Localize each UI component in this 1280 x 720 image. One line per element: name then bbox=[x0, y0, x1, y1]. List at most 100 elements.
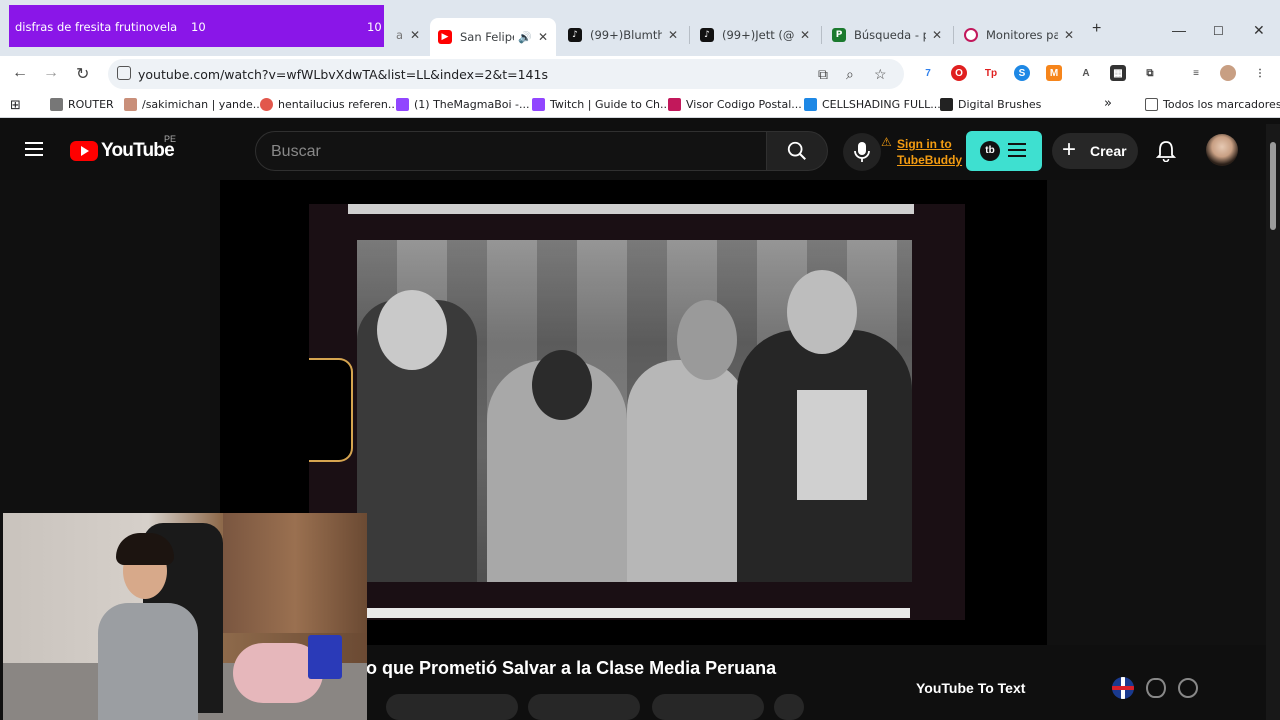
site-info-icon[interactable] bbox=[117, 66, 131, 80]
menu-icon bbox=[1008, 143, 1026, 157]
forward-icon[interactable]: → bbox=[43, 64, 59, 82]
search-placeholder: Buscar bbox=[271, 143, 321, 160]
reload-icon[interactable]: ↻ bbox=[76, 64, 89, 84]
url-text[interactable]: youtube.com/watch?v=wfWLbvXdwTA&list=LL&… bbox=[138, 67, 548, 82]
user-icon[interactable] bbox=[1178, 678, 1198, 698]
minimize-icon[interactable]: — bbox=[1172, 22, 1186, 38]
tab-title: Búsqueda - pc bbox=[854, 28, 926, 42]
overlay-text: disfras de fresita frutinovela bbox=[15, 20, 178, 34]
speaker-icon[interactable]: 🔊 bbox=[518, 31, 532, 44]
bookmark-item[interactable]: Digital Brushes bbox=[940, 98, 1041, 111]
right-area bbox=[1047, 180, 1266, 645]
create-button[interactable]: + Crear bbox=[1052, 133, 1138, 169]
translate-icon[interactable]: A bbox=[1078, 65, 1094, 81]
media-control-icon[interactable]: ≡ bbox=[1188, 65, 1204, 81]
video-frame-image bbox=[357, 240, 912, 582]
voice-search-button[interactable] bbox=[843, 133, 881, 171]
brush-icon bbox=[940, 98, 953, 111]
tubebuddy-button[interactable]: tb bbox=[966, 131, 1042, 171]
extension-icon[interactable]: 7 bbox=[920, 65, 936, 81]
apps-grid-icon[interactable]: ⊞ bbox=[10, 98, 21, 113]
tab-monitores[interactable]: Monitores par ✕ bbox=[956, 20, 1082, 50]
menu-kebab-icon[interactable]: ⋮ bbox=[1252, 65, 1268, 81]
metamask-icon[interactable]: M bbox=[1046, 65, 1062, 81]
close-tab-icon[interactable]: ✕ bbox=[410, 28, 420, 42]
tab-blumthe[interactable]: ♪ (99+)Blumthe ✕ bbox=[560, 20, 686, 50]
flower-icon bbox=[260, 98, 273, 111]
tab-title: (99+)Jett (@je bbox=[722, 28, 794, 42]
film-strip-bottom bbox=[366, 608, 910, 618]
profile-avatar-icon[interactable] bbox=[1220, 65, 1236, 81]
youtube-to-text-panel: YouTube To Text bbox=[822, 672, 1266, 720]
install-app-icon[interactable]: ⧉ bbox=[818, 66, 828, 83]
account-avatar[interactable] bbox=[1206, 134, 1238, 166]
bookmark-item[interactable]: /sakimichan | yande... bbox=[124, 98, 263, 111]
tab-title: (99+)Blumthe bbox=[590, 28, 662, 42]
webcam-overlay bbox=[3, 513, 367, 720]
more-bookmarks-icon[interactable]: » bbox=[1104, 96, 1112, 111]
more-actions-chip[interactable] bbox=[774, 694, 804, 720]
bookmark-item[interactable]: Visor Codigo Postal... bbox=[668, 98, 802, 111]
opera-icon[interactable]: O bbox=[951, 65, 967, 81]
address-bar[interactable]: youtube.com/watch?v=wfWLbvXdwTA&list=LL&… bbox=[108, 59, 904, 89]
close-tab-icon[interactable]: ✕ bbox=[538, 30, 548, 44]
stream-overlay-banner: disfras de fresita frutinovela 10 10 bbox=[9, 5, 384, 47]
action-chip[interactable] bbox=[386, 694, 518, 720]
bookmark-item[interactable]: CELLSHADING FULL... bbox=[804, 98, 941, 111]
link-icon bbox=[804, 98, 817, 111]
back-icon[interactable]: ← bbox=[12, 64, 28, 82]
search-input[interactable]: Buscar bbox=[255, 131, 767, 171]
tab-san-felipe[interactable]: ▶ San Felipe 🔊 ✕ bbox=[430, 18, 556, 56]
bookmark-item[interactable]: ROUTER bbox=[50, 98, 114, 111]
folder-icon bbox=[1145, 98, 1158, 111]
plus-icon: + bbox=[1062, 136, 1077, 163]
youtube-play-icon bbox=[70, 141, 98, 161]
bookmark-star-icon[interactable]: ☆ bbox=[874, 66, 887, 83]
menu-icon[interactable] bbox=[25, 142, 43, 156]
action-chip[interactable] bbox=[528, 694, 640, 720]
new-tab-icon[interactable]: + bbox=[1092, 20, 1101, 38]
notifications-bell-icon[interactable] bbox=[1156, 140, 1176, 162]
zoom-icon[interactable]: ⌕ bbox=[846, 66, 854, 83]
bookmark-item[interactable]: hentailucius referen... bbox=[260, 98, 398, 111]
create-label: Crear bbox=[1090, 143, 1127, 159]
extension-grid-icon[interactable]: ▦ bbox=[1110, 65, 1126, 81]
tab-separator bbox=[953, 26, 954, 44]
warning-icon: ⚠ bbox=[881, 135, 892, 149]
extension-shazam-icon[interactable]: S bbox=[1014, 65, 1030, 81]
close-tab-icon[interactable]: ✕ bbox=[668, 28, 678, 42]
twitch-icon bbox=[532, 98, 545, 111]
eye-icon[interactable] bbox=[1146, 678, 1166, 698]
webcam-background bbox=[223, 513, 367, 633]
tubebuddy-signin-link[interactable]: Sign in to TubeBuddy bbox=[897, 136, 962, 168]
logo-text: YouTube bbox=[101, 140, 175, 161]
bookmark-item[interactable]: Twitch | Guide to Ch... bbox=[532, 98, 670, 111]
tab-busqueda[interactable]: P Búsqueda - pc ✕ bbox=[824, 20, 950, 50]
twitch-icon bbox=[396, 98, 409, 111]
uk-flag-icon[interactable] bbox=[1112, 677, 1134, 699]
store-icon bbox=[964, 28, 978, 42]
close-tab-icon[interactable]: ✕ bbox=[932, 28, 942, 42]
scrollbar-thumb[interactable] bbox=[1270, 142, 1276, 230]
all-bookmarks-folder[interactable]: Todos los marcadores bbox=[1145, 98, 1280, 111]
search-icon bbox=[787, 141, 806, 160]
tab-partial[interactable]: a ✕ bbox=[388, 20, 428, 50]
bookmark-item[interactable]: (1) TheMagmaBoi -... bbox=[396, 98, 530, 111]
search-button[interactable] bbox=[766, 131, 828, 171]
film-strip-top bbox=[348, 204, 914, 214]
extensions-puzzle-icon[interactable]: ⧉ bbox=[1142, 65, 1158, 81]
page-scrollbar[interactable] bbox=[1266, 124, 1280, 720]
youtube-logo[interactable]: YouTube PE bbox=[70, 134, 176, 162]
webcam-cup bbox=[308, 635, 342, 679]
close-window-icon[interactable]: ✕ bbox=[1253, 22, 1265, 39]
maximize-icon[interactable]: ☐ bbox=[1213, 24, 1224, 38]
close-tab-icon[interactable]: ✕ bbox=[800, 28, 810, 42]
bookmarks-bar: ⊞ ROUTER /sakimichan | yande... hentailu… bbox=[0, 92, 1280, 118]
action-chip[interactable] bbox=[652, 694, 764, 720]
tiktok-icon: ♪ bbox=[568, 28, 582, 42]
close-tab-icon[interactable]: ✕ bbox=[1064, 28, 1074, 42]
tab-jett[interactable]: ♪ (99+)Jett (@je ✕ bbox=[692, 20, 818, 50]
webcam-person bbox=[98, 533, 198, 720]
extension-tp-icon[interactable]: Tp bbox=[983, 65, 999, 81]
tools-icon bbox=[50, 98, 63, 111]
